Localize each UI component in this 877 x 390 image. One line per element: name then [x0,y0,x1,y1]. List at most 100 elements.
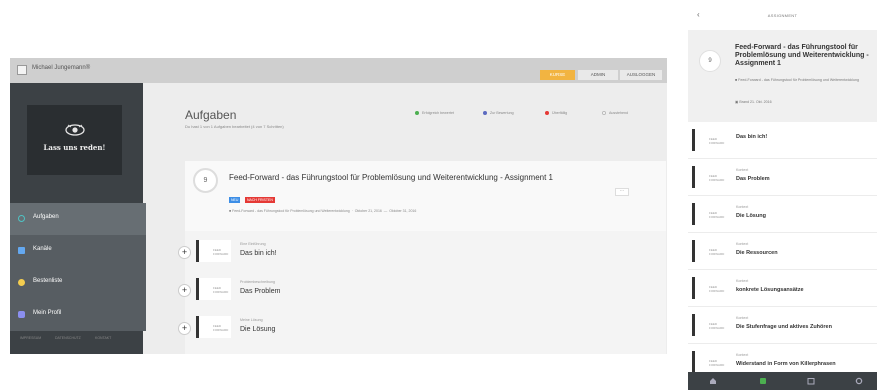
list-item[interactable]: FEED FORWARD Kontext konkrete Lösungsans… [688,270,877,307]
task-row[interactable]: + FEED FORWARD Eine Einführung Das bin i… [178,238,666,273]
list-item-category: Kontext [736,279,749,283]
mobile-screen: ‹ ASSIGNMENT 9 Feed-Forward - das Führun… [688,0,877,390]
app-title: Michael Junge­mann® [32,65,91,71]
list-item[interactable]: FEED FORWARD Das bin ich! [688,122,877,159]
sidebar-item-bestenliste[interactable]: Bestenliste [10,267,146,299]
assignment-title[interactable]: Feed-Forward - das Führungstool für Prob… [229,173,589,182]
task-name: Das bin ich! [240,250,277,257]
sidebar-item-kanaele[interactable]: Kanäle [10,235,146,267]
task-category: Meine Lösung [240,318,263,322]
assignment-icon[interactable] [759,377,767,385]
brand-logo-text: Lass uns reden! [43,143,106,152]
plus-icon[interactable]: + [178,322,191,335]
list-item-name: Die Stufenfrage und aktives Zuhören [736,324,832,330]
sidebar-nav: Aufgaben Kanäle Bestenliste Mein Profil [10,203,146,331]
courses-button[interactable]: KURSE [540,70,575,80]
list-item-name: Widerstand in Form von Killerphrasen [736,361,836,367]
status-badge: NEU [229,197,241,203]
task-thumbnail: FEED FORWARD [196,316,231,338]
calendar-icon[interactable] [807,377,815,385]
admin-button[interactable]: ADMIN [578,70,618,80]
sidebar-item-label: Mein Profil [33,310,62,316]
legend-dot [483,111,487,116]
start-date: Oktober 21, 2016 [354,209,382,213]
legend-dot [545,111,549,116]
mobile-assignment-hero: 9 Feed-Forward - das Führungstool für Pr… [688,30,877,122]
contact-link[interactable]: KONTAKT [95,336,111,340]
page-title: Aufgaben [185,108,237,122]
list-item-category: Kontext [736,353,749,357]
step-counter: 9 [193,168,218,193]
course-name: Feed-Forward - das Führungstool für Prob… [232,209,350,213]
page-subtitle: Du hast 1 von 1 Aufgaben bearbeitet (4 v… [185,124,284,129]
legend-dot [602,111,606,116]
home-icon[interactable] [709,377,717,385]
legend-item: Überfällig [545,111,567,116]
mobile-assignment-date: ▣ Brand 21. Okt. 2016 [735,100,772,104]
sidebar-item-label: Kanäle [33,246,52,252]
plus-icon[interactable]: + [178,246,191,259]
mobile-assignment-meta: ■ Feed-Forward - das Führungstool für Pr… [735,78,859,82]
chat-icon [18,247,25,254]
circle-icon [18,215,25,222]
sidebar-item-profil[interactable]: Mein Profil [10,299,146,331]
mobile-assignment-title: Feed-Forward - das Führungstool für Prob… [735,44,869,67]
assignment-meta: ■ Feed-Forward - das Führungstool für Pr… [229,209,417,213]
task-name: Die Lösung [240,326,276,333]
brand-logo: Lass uns reden! [27,105,122,175]
list-item-name: Das Problem [736,176,770,182]
task-thumbnail: FEED FORWARD [692,351,728,373]
list-item-name: Das bin ich! [736,134,768,140]
legend-dot [415,111,419,116]
task-thumbnail: FEED FORWARD [692,240,728,262]
eye-icon [65,124,85,136]
more-icon[interactable]: ··· [615,188,629,196]
sidebar-item-label: Aufgaben [33,214,59,220]
legend-item: Erfolgreich bewertet [415,111,454,116]
list-item[interactable]: FEED FORWARD Kontext Das Problem [688,159,877,196]
settings-icon[interactable] [855,377,863,385]
task-category: Problembeschreibung [240,280,275,284]
app-logo-icon[interactable] [17,65,27,75]
end-date: Oktober 31, 2016 [389,209,417,213]
logout-button[interactable]: AUSLOGGEN [620,70,662,80]
task-thumbnail: FEED FORWARD [692,277,728,299]
list-item-name: Die Lösung [736,213,766,219]
task-row[interactable]: + FEED FORWARD Problembeschreibung Das P… [178,276,666,311]
legend-item: Ausstehend [602,111,628,116]
list-item-category: Kontext [736,316,749,320]
list-item-name: konkrete Lösungsansätze [736,287,804,293]
star-icon [18,279,25,286]
list-item-category: Kontext [736,205,749,209]
plus-icon[interactable]: + [178,284,191,297]
imprint-link[interactable]: IMPRESSUM [20,336,41,340]
list-item-category: Kontext [736,168,749,172]
desktop-window: Michael Junge­mann® KURSE ADMIN AUSLOGGE… [10,58,667,354]
assignment-header[interactable]: 9 Feed-Forward - das Führungstool für Pr… [185,161,666,231]
list-item[interactable]: FEED FORWARD Kontext Die Lösung [688,196,877,233]
sidebar-item-label: Bestenliste [33,278,63,284]
task-thumbnail: FEED FORWARD [692,166,728,188]
sidebar: Lass uns reden! Aufgaben Kanäle Bestenli… [10,83,146,354]
list-item-name: Die Ressourcen [736,250,778,256]
list-item[interactable]: FEED FORWARD Kontext Die Stufenfrage und… [688,307,877,344]
top-bar: Michael Junge­mann® KURSE ADMIN AUSLOGGE… [10,58,667,83]
task-name: Das Problem [240,288,281,295]
user-icon [18,311,25,318]
privacy-link[interactable]: DATENSCHUTZ [55,336,81,340]
sidebar-item-aufgaben[interactable]: Aufgaben [10,203,146,235]
list-item[interactable]: FEED FORWARD Kontext Die Ressourcen [688,233,877,270]
task-category: Eine Einführung [240,242,266,246]
mobile-header-title: ASSIGNMENT [767,13,798,18]
task-thumbnail: FEED FORWARD [692,203,728,225]
mobile-bottom-nav [688,372,877,390]
task-thumbnail: FEED FORWARD [196,240,231,262]
mobile-header: ‹ ASSIGNMENT [688,0,877,30]
assignment-card: 9 Feed-Forward - das Führungstool für Pr… [178,161,666,354]
legend-item: Zur Bewertung [483,111,514,116]
step-counter: 9 [699,50,721,72]
task-thumbnail: FEED FORWARD [196,278,231,300]
task-thumbnail: FEED FORWARD [692,314,728,336]
task-row[interactable]: + FEED FORWARD Meine Lösung Die Lösung [178,314,666,349]
status-badge: NACH FRISTEN [245,197,275,203]
